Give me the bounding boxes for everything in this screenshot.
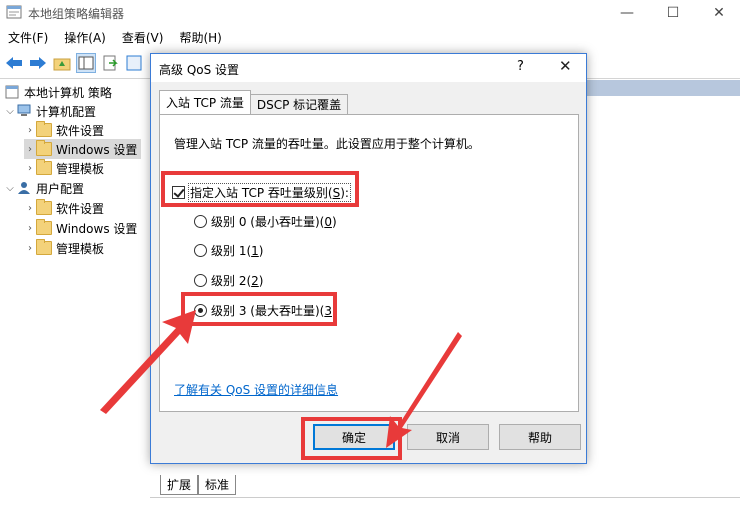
tab-extended[interactable]: 扩展 <box>160 475 199 495</box>
back-arrow-icon[interactable] <box>4 53 24 73</box>
tree-root[interactable]: 本地计算机 策略 <box>4 82 112 102</box>
status-divider <box>150 497 740 498</box>
tree-user-config[interactable]: ⌵ 用户配置 <box>4 178 84 198</box>
export-list-icon[interactable] <box>100 53 120 73</box>
radio-level-3[interactable]: 级别 3 (最大吞吐量)(3) <box>194 302 337 319</box>
ok-button[interactable]: 确定 <box>313 424 395 450</box>
throughput-level-checkbox-label: 指定入站 TCP 吞吐量级别(S): <box>188 183 351 202</box>
chevron-down-icon[interactable]: ⌵ <box>4 106 16 117</box>
tree-computer-config[interactable]: ⌵ 计算机配置 <box>4 101 96 121</box>
tree-item-label: Windows 设置 <box>56 221 138 236</box>
radio-button[interactable] <box>194 215 207 228</box>
help-button[interactable]: 帮助 <box>499 424 581 450</box>
tab-inbound-tcp[interactable]: 入站 TCP 流量 <box>159 90 251 114</box>
chevron-down-icon[interactable]: ⌵ <box>4 183 16 194</box>
tab-standard[interactable]: 标准 <box>198 475 237 495</box>
advanced-qos-dialog: 高级 QoS 设置 ? ✕ 入站 TCP 流量 DSCP 标记覆盖 管理入站 T… <box>150 53 587 464</box>
radio-level-2[interactable]: 级别 2(2) <box>194 272 263 289</box>
folder-icon <box>36 199 52 215</box>
panel-description: 管理入站 TCP 流量的吞吐量。此设置应用于整个计算机。 <box>174 137 480 151</box>
tree-root-label: 本地计算机 策略 <box>24 85 112 100</box>
tree-item-label: 软件设置 <box>56 201 105 216</box>
menu-action[interactable]: 操作(A) <box>56 29 114 46</box>
tree-item-label: 软件设置 <box>56 123 105 138</box>
dialog-title-bar: 高级 QoS 设置 ? ✕ <box>151 54 586 82</box>
radio-level-0[interactable]: 级别 0 (最小吞吐量)(0) <box>194 213 337 230</box>
list-column-header <box>585 80 740 96</box>
tree-item-admin-templates[interactable]: › 管理模板 <box>24 158 104 178</box>
dialog-close-icon[interactable]: ✕ <box>559 57 572 75</box>
tree-item-software-settings[interactable]: › 软件设置 <box>24 120 104 140</box>
folder-icon <box>36 121 52 137</box>
chevron-right-icon[interactable]: › <box>24 144 36 155</box>
radio-label: 级别 3 (最大吞吐量)(3) <box>211 304 337 318</box>
minimize-button[interactable]: — <box>604 0 650 26</box>
folder-icon <box>36 239 52 255</box>
tree-item-label: 管理模板 <box>56 161 105 176</box>
close-button[interactable]: ✕ <box>696 0 740 26</box>
tree-item-label: 管理模板 <box>56 241 105 256</box>
menu-help[interactable]: 帮助(H) <box>171 29 229 46</box>
radio-level-1[interactable]: 级别 1(1) <box>194 242 263 259</box>
user-icon <box>18 182 30 194</box>
tree-item-windows-settings[interactable]: › Windows 设置 <box>24 139 142 159</box>
menu-view[interactable]: 查看(V) <box>114 29 172 46</box>
folder-icon <box>36 159 52 175</box>
view-tab-strip: 扩展 标准 <box>160 475 237 495</box>
tab-dscp-override[interactable]: DSCP 标记覆盖 <box>249 94 349 114</box>
policy-editor-icon <box>6 5 22 19</box>
folder-icon <box>36 219 52 235</box>
menu-bar: 文件(F) 操作(A) 查看(V) 帮助(H) <box>0 27 740 47</box>
tree-item-software-settings[interactable]: › 软件设置 <box>24 198 104 218</box>
policy-tree: 本地计算机 策略 ⌵ 计算机配置 › 软件设置 › Windows 设置 › 管… <box>0 80 150 480</box>
help-question-icon[interactable]: ? <box>517 59 524 74</box>
tree-item-windows-settings[interactable]: › Windows 设置 <box>24 218 137 238</box>
qos-details-link[interactable]: 了解有关 QoS 设置的详细信息 <box>174 381 338 398</box>
title-bar: 本地组策略编辑器 — ☐ ✕ <box>0 0 740 26</box>
radio-label: 级别 1(1) <box>211 244 264 258</box>
maximize-button[interactable]: ☐ <box>650 0 696 26</box>
chevron-right-icon[interactable]: › <box>24 163 36 174</box>
tree-item-admin-templates[interactable]: › 管理模板 <box>24 238 104 258</box>
dialog-title: 高级 QoS 设置 <box>159 63 240 77</box>
throughput-level-checkbox[interactable] <box>172 186 185 199</box>
radio-button[interactable] <box>194 304 207 317</box>
radio-button[interactable] <box>194 274 207 287</box>
folder-icon <box>36 140 52 156</box>
chevron-right-icon[interactable]: › <box>24 203 36 214</box>
tree-computer-config-label: 计算机配置 <box>36 104 97 119</box>
chevron-right-icon[interactable]: › <box>24 223 36 234</box>
window-title: 本地组策略编辑器 <box>28 7 125 21</box>
dialog-tabs: 入站 TCP 流量 DSCP 标记覆盖 <box>159 90 349 114</box>
forward-arrow-icon[interactable] <box>28 53 48 73</box>
tree-user-config-label: 用户配置 <box>36 181 85 196</box>
inbound-tcp-panel: 管理入站 TCP 流量的吞吐量。此设置应用于整个计算机。 指定入站 TCP 吞吐… <box>159 114 579 412</box>
radio-button[interactable] <box>194 244 207 257</box>
computer-icon <box>17 104 31 116</box>
show-hide-tree-icon[interactable] <box>76 53 96 73</box>
cancel-button[interactable]: 取消 <box>407 424 489 450</box>
chevron-right-icon[interactable]: › <box>24 125 36 136</box>
throughput-level-checkbox-row[interactable]: 指定入站 TCP 吞吐量级别(S): <box>172 183 351 202</box>
up-folder-icon[interactable] <box>52 53 72 73</box>
radio-label: 级别 0 (最小吞吐量)(0) <box>211 215 337 229</box>
policy-document-icon <box>5 85 19 99</box>
properties-icon[interactable] <box>124 53 144 73</box>
menu-file[interactable]: 文件(F) <box>0 29 56 46</box>
tree-item-label: Windows 设置 <box>56 142 138 157</box>
radio-label: 级别 2(2) <box>211 274 264 288</box>
chevron-right-icon[interactable]: › <box>24 243 36 254</box>
